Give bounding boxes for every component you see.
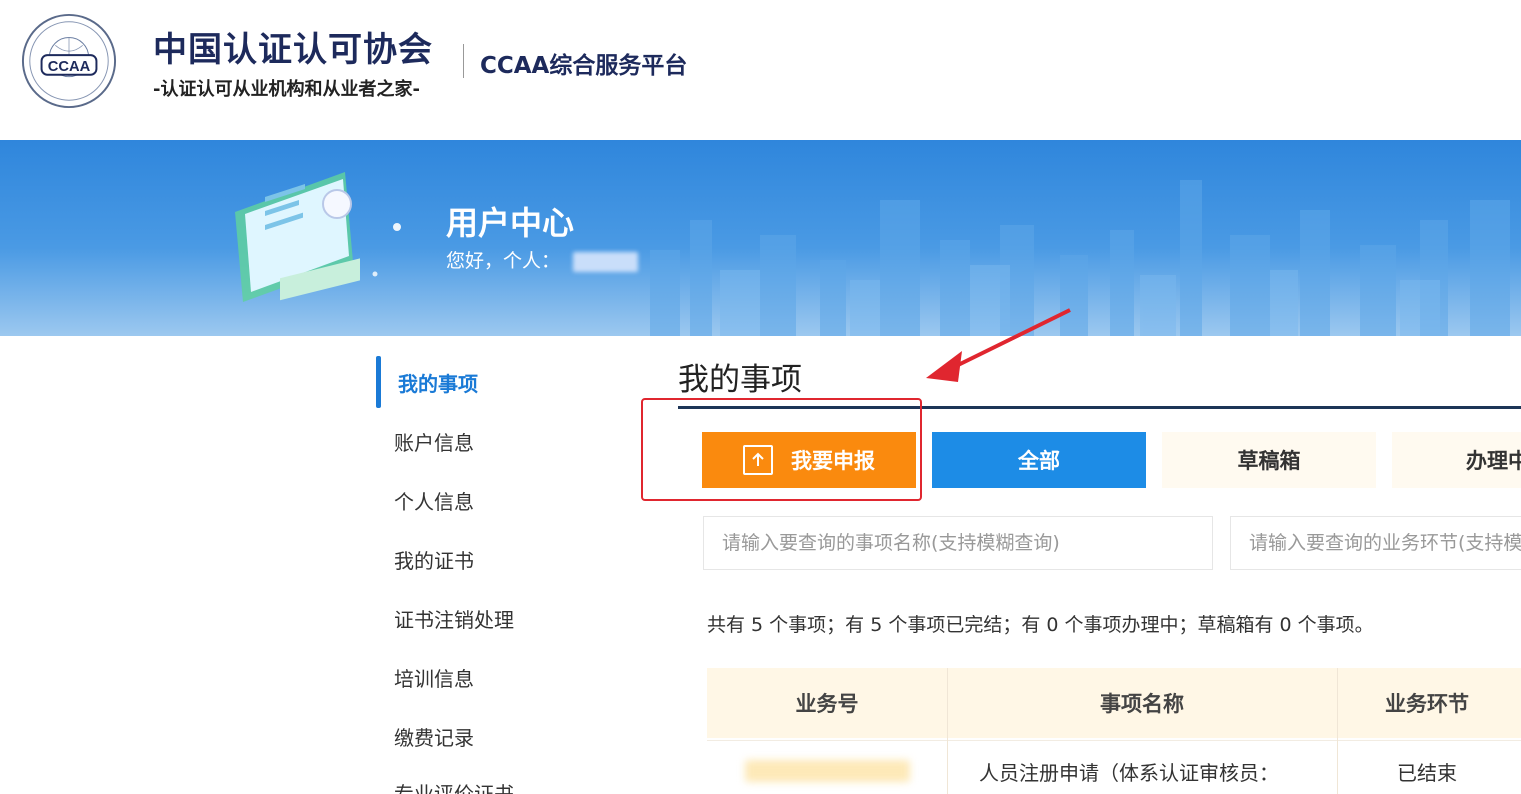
sidebar-item-my-matters[interactable]: 我的事项 xyxy=(398,368,478,397)
user-greeting: 您好，个人： xyxy=(446,250,561,272)
redacted-username xyxy=(573,252,638,272)
tab-processing[interactable]: 办理中 xyxy=(1392,432,1521,488)
site-header: CCAA 中国认证认可协会 -认证认可从业机构和从业者之家- CCAA综合服务平… xyxy=(0,0,1521,140)
ccaa-logo[interactable]: CCAA xyxy=(20,12,118,110)
org-slogan: -认证认可从业机构和从业者之家- xyxy=(153,79,420,100)
sidebar-item-account-info[interactable]: 账户信息 xyxy=(394,427,474,456)
column-header-matter-name[interactable]: 事项名称 xyxy=(947,668,1337,738)
sidebar-item-payment-records[interactable]: 缴费记录 xyxy=(394,722,474,751)
column-separator xyxy=(947,668,948,794)
sidebar-item-professional-evaluation[interactable]: 专业评价证书 xyxy=(394,778,514,794)
computer-illustration xyxy=(235,172,401,302)
sidebar-item-personal-info[interactable]: 个人信息 xyxy=(394,486,474,515)
report-button[interactable]: 我要申报 xyxy=(702,432,916,488)
org-name: 中国认证认可协会 xyxy=(153,30,433,70)
page-title: 我的事项 xyxy=(678,362,802,398)
header-divider xyxy=(463,44,464,78)
sidebar-item-my-certificates[interactable]: 我的证书 xyxy=(394,545,474,574)
sidebar-item-training-info[interactable]: 培训信息 xyxy=(394,663,474,692)
matters-summary: 共有 5 个事项；有 5 个事项已完结；有 0 个事项办理中；草稿箱有 0 个事… xyxy=(707,614,1374,636)
table-row[interactable]: 人员注册申请（体系认证审核员： 已结束 xyxy=(707,740,1521,794)
column-separator xyxy=(1337,668,1338,794)
column-header-business-stage[interactable]: 业务环节 xyxy=(1337,668,1517,738)
cell-business-stage: 已结束 xyxy=(1397,760,1457,785)
sidebar-active-indicator xyxy=(376,356,381,408)
tab-drafts[interactable]: 草稿箱 xyxy=(1162,432,1376,488)
upload-icon xyxy=(743,445,773,475)
platform-name[interactable]: CCAA综合服务平台 xyxy=(480,46,687,80)
business-stage-search-input[interactable] xyxy=(1230,516,1521,570)
table-header: 业务号 事项名称 业务环节 xyxy=(707,668,1521,738)
title-divider xyxy=(678,406,1521,409)
cell-matter-name[interactable]: 人员注册申请（体系认证审核员： xyxy=(979,741,1329,794)
report-button-label: 我要申报 xyxy=(791,450,875,473)
column-header-business-no[interactable]: 业务号 xyxy=(707,668,947,738)
matter-name-search-input[interactable] xyxy=(703,516,1213,570)
user-center-title: 用户中心 xyxy=(446,204,575,242)
svg-text:CCAA: CCAA xyxy=(48,59,91,75)
cell-business-no[interactable] xyxy=(707,741,947,794)
redacted-business-no xyxy=(744,760,910,782)
user-center-banner: 用户中心 您好，个人： xyxy=(0,140,1521,336)
sidebar-item-certificate-cancellation[interactable]: 证书注销处理 xyxy=(394,604,514,633)
sidebar-nav: 我的事项 账户信息 个人信息 我的证书 证书注销处理 培训信息 缴费记录 专业评… xyxy=(376,354,616,794)
tab-all[interactable]: 全部 xyxy=(932,432,1146,488)
